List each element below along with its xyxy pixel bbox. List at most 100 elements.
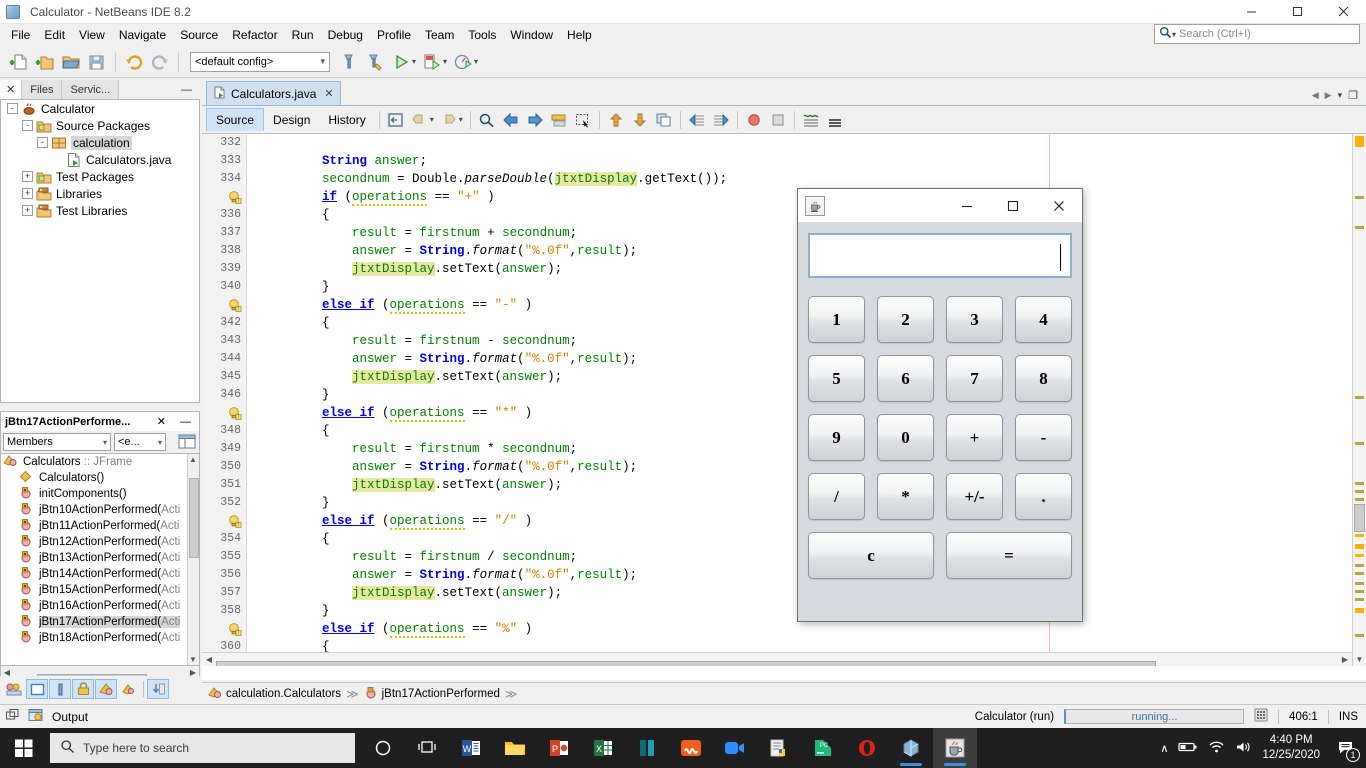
minimize-button[interactable]: [1228, 0, 1274, 24]
tree-expander[interactable]: +: [22, 205, 33, 216]
minimize-panel-button[interactable]: —: [173, 80, 200, 99]
annotation-mark[interactable]: [1355, 482, 1364, 485]
tree-expander[interactable]: +: [22, 171, 33, 182]
powerpoint-icon[interactable]: P: [537, 728, 581, 768]
shift-left-icon[interactable]: [685, 109, 709, 131]
wifi-icon[interactable]: [1208, 740, 1225, 757]
editor-tab-close-icon[interactable]: ✕: [324, 87, 333, 100]
inherited-members-icon[interactable]: [118, 679, 140, 699]
navigator-close-icon[interactable]: ✕: [151, 415, 172, 428]
tree-node-calculators-java[interactable]: Calculators.java: [1, 151, 199, 168]
navigator-root[interactable]: Calculators :: JFrame: [1, 454, 199, 470]
file-explorer-icon[interactable]: [493, 728, 537, 768]
navigator-members-list[interactable]: Calculators :: JFrame Calculators() initCo…: [0, 453, 200, 666]
navigator-item[interactable]: jBtn17ActionPerformed(Acti: [1, 614, 199, 630]
scroll-down-icon[interactable]: ▼: [1353, 652, 1366, 666]
calc-key-minus[interactable]: -: [1015, 414, 1072, 461]
menu-team[interactable]: Team: [418, 25, 461, 45]
annotation-mark[interactable]: [1355, 226, 1364, 229]
calculator-maximize-button[interactable]: [990, 189, 1036, 222]
debug-dropdown-caret[interactable]: ▾: [443, 57, 447, 66]
calc-key-plusminus[interactable]: +/-: [946, 473, 1003, 520]
calc-key-multiply[interactable]: *: [877, 473, 934, 520]
calculator-minimize-button[interactable]: [944, 189, 990, 222]
menu-source[interactable]: Source: [173, 25, 225, 45]
annotation-mark[interactable]: [1355, 534, 1364, 537]
hint-bulb-icon[interactable]: !: [202, 404, 246, 422]
excel-icon[interactable]: X: [581, 728, 625, 768]
java-app-icon[interactable]: [933, 728, 977, 768]
navigator-item[interactable]: jBtn13ActionPerformed(Acti: [1, 550, 199, 566]
output-label[interactable]: Output: [52, 710, 88, 724]
lock-icon[interactable]: [72, 679, 94, 699]
build-project-icon[interactable]: [336, 49, 362, 75]
windows-start-icon[interactable]: [0, 728, 48, 768]
code-line[interactable]: else if (operations == "%" ): [262, 620, 1340, 638]
tree-node-calculator[interactable]: - Calculator: [1, 100, 199, 117]
toggle-bookmark-icon[interactable]: [547, 109, 571, 131]
menu-edit[interactable]: Edit: [37, 25, 72, 45]
opera-icon[interactable]: [845, 728, 889, 768]
back-dropdown-caret[interactable]: ▾: [430, 115, 434, 124]
calc-key-0[interactable]: 0: [877, 414, 934, 461]
navigator-scope-dropdown[interactable]: <e... ▾: [114, 433, 166, 451]
editor-scroll-thumb[interactable]: [1354, 504, 1365, 532]
tree-node-test-packages[interactable]: + Test Packages: [1, 168, 199, 185]
menu-window[interactable]: Window: [503, 25, 560, 45]
tree-expander[interactable]: -: [37, 137, 48, 148]
progress-bar[interactable]: running...: [1064, 709, 1245, 724]
clean-build-icon[interactable]: [362, 49, 388, 75]
calc-key-7[interactable]: 7: [946, 355, 1003, 402]
navigator-scroll-thumb[interactable]: [189, 478, 199, 558]
calculator-app-window[interactable]: 1 2 3 4 5 6 7 8 9 0 + - / * +/-. c =: [797, 188, 1083, 622]
new-file-icon[interactable]: [6, 49, 32, 75]
cortana-icon[interactable]: [361, 728, 405, 768]
tree-node-libraries[interactable]: + Libraries: [1, 185, 199, 202]
menu-run[interactable]: Run: [285, 25, 321, 45]
calc-key-1[interactable]: 1: [808, 296, 865, 343]
annotation-mark[interactable]: [1355, 396, 1364, 399]
navigator-scrollbar[interactable]: [187, 454, 199, 665]
navigator-item[interactable]: initComponents(): [1, 486, 199, 502]
annotation-mark[interactable]: [1355, 582, 1364, 585]
menu-debug[interactable]: Debug: [321, 25, 370, 45]
navigator-view-icon[interactable]: [177, 433, 197, 451]
editor-vertical-scrollbar[interactable]: ▲: [1352, 134, 1366, 666]
python-idle-icon[interactable]: [757, 728, 801, 768]
navigator-item[interactable]: jBtn12ActionPerformed(Acti: [1, 534, 199, 550]
annotation-mark[interactable]: [1355, 590, 1364, 593]
scroll-tabs-right-icon[interactable]: ▶: [1325, 90, 1332, 101]
taskbar-clock[interactable]: 4:40 PM 12/25/2020: [1262, 733, 1320, 763]
save-all-icon[interactable]: [84, 49, 110, 75]
menu-help[interactable]: Help: [560, 25, 599, 45]
menu-view[interactable]: View: [72, 25, 112, 45]
next-bookmark-icon[interactable]: [523, 109, 547, 131]
scroll-left-icon[interactable]: ◀: [202, 655, 216, 664]
annotation-mark[interactable]: [1355, 608, 1364, 613]
teal-app-icon[interactable]: [625, 728, 669, 768]
tab-list-icon[interactable]: ▾: [1338, 90, 1343, 101]
profile-dropdown-caret[interactable]: ▾: [474, 57, 478, 66]
menu-file[interactable]: File: [4, 25, 37, 45]
shift-right-icon[interactable]: [709, 109, 733, 131]
back-icon[interactable]: [408, 109, 432, 131]
toggle-toolbar-icon[interactable]: [823, 109, 847, 131]
breadcrumb-method[interactable]: jBtn17ActionPerformed: [382, 688, 500, 700]
toggle-highlight-icon[interactable]: [799, 109, 823, 131]
profile-project-icon[interactable]: [450, 49, 476, 75]
taskbar-search-box[interactable]: Type here to search: [50, 733, 355, 763]
last-edit-icon[interactable]: [384, 109, 408, 131]
calc-key-plus[interactable]: +: [946, 414, 1003, 461]
menu-navigate[interactable]: Navigate: [112, 25, 173, 45]
battery-icon[interactable]: [1178, 740, 1198, 757]
project-tree[interactable]: - Calculator - Source Packages - calculation C…: [0, 100, 200, 403]
editor-tab-calculators-java[interactable]: Calculators.java ✕: [206, 81, 341, 105]
close-button[interactable]: [1320, 0, 1366, 24]
navigator-item[interactable]: jBtn11ActionPerformed(Acti: [1, 518, 199, 534]
window-mode-icon[interactable]: [26, 679, 48, 699]
projects-close-icon[interactable]: ✕: [0, 80, 23, 99]
xampp-icon[interactable]: [669, 728, 713, 768]
debug-project-icon[interactable]: [419, 49, 445, 75]
menu-refactor[interactable]: Refactor: [225, 25, 284, 45]
run-project-icon[interactable]: [388, 49, 414, 75]
